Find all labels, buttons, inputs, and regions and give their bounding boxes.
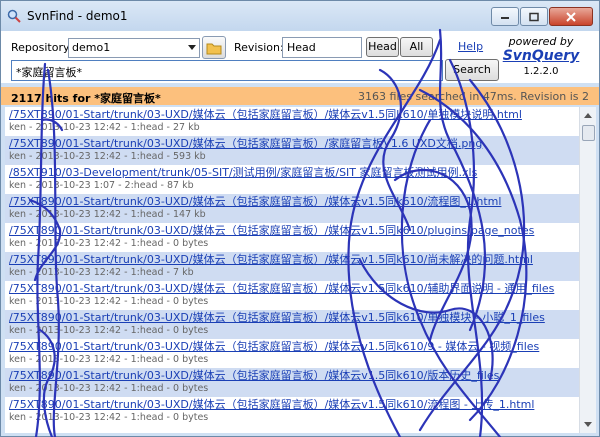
search-input[interactable]: *家庭留言板* bbox=[11, 60, 443, 81]
result-path-link[interactable]: /75XT890/01-Start/trunk/03-UXD/媒体云（包括家庭留… bbox=[9, 252, 579, 267]
result-item: /75XT890/01-Start/trunk/03-UXD/媒体云（包括家庭留… bbox=[5, 368, 579, 397]
result-path-link[interactable]: /75XT890/01-Start/trunk/03-UXD/媒体云（包括家庭留… bbox=[9, 281, 579, 296]
result-meta: ken - 2013-10-23 12:42 - 1:head - 7 kb bbox=[9, 267, 194, 278]
window-controls bbox=[490, 7, 593, 26]
result-path-link[interactable]: /75XT890/01-Start/trunk/03-UXD/媒体云（包括家庭留… bbox=[9, 194, 579, 209]
result-path-link[interactable]: /75XT890/01-Start/trunk/03-UXD/媒体云（包括家庭留… bbox=[9, 107, 579, 122]
version-text: 1.2.2.0 bbox=[523, 66, 559, 77]
maximize-icon bbox=[529, 12, 539, 21]
result-path-link[interactable]: /85XT910/03-Development/trunk/05-SIT/测试用… bbox=[9, 165, 579, 180]
maximize-button[interactable] bbox=[520, 7, 548, 26]
scroll-down-icon[interactable] bbox=[584, 422, 592, 427]
title-bar: SvnFind - demo1 bbox=[1, 1, 599, 31]
result-meta: ken - 2013-10-23 1:07 - 2:head - 87 kb bbox=[9, 180, 194, 191]
repository-label: Repository: bbox=[11, 41, 73, 54]
head-button[interactable]: Head bbox=[366, 37, 399, 57]
result-meta: ken - 2013-10-23 12:42 - 1:head - 0 byte… bbox=[9, 325, 209, 336]
result-meta: ken - 2013-10-23 12:42 - 1:head - 0 byte… bbox=[9, 383, 209, 394]
search-summary: 3163 files searched in 47ms. Revision is… bbox=[358, 90, 589, 103]
revision-label: Revision: bbox=[234, 41, 284, 54]
result-item: /75XT890/01-Start/trunk/03-UXD/媒体云（包括家庭留… bbox=[5, 339, 579, 368]
svnquery-link[interactable]: SvnQuery bbox=[501, 48, 581, 64]
chevron-down-icon bbox=[188, 45, 196, 50]
folder-icon bbox=[206, 43, 222, 55]
window-title: SvnFind - demo1 bbox=[27, 9, 128, 23]
repository-select[interactable]: demo1 bbox=[68, 38, 200, 58]
result-meta: ken - 2013-10-23 12:42 - 1:head - 0 byte… bbox=[9, 354, 209, 365]
search-button[interactable]: Search bbox=[445, 59, 499, 81]
result-path-link[interactable]: /75XT890/01-Start/trunk/03-UXD/媒体云（包括家庭留… bbox=[9, 136, 579, 151]
minimize-button[interactable] bbox=[491, 7, 519, 26]
browse-folder-button[interactable] bbox=[202, 36, 226, 59]
minimize-icon bbox=[501, 16, 509, 19]
result-meta: ken - 2013-10-23 12:42 - 1:head - 27 kb bbox=[9, 122, 200, 133]
scroll-thumb[interactable] bbox=[582, 125, 595, 141]
powered-by-block: powered by SvnQuery 1.2.2.0 bbox=[501, 35, 581, 77]
result-item: /85XT910/03-Development/trunk/05-SIT/测试用… bbox=[5, 165, 579, 194]
result-path-link[interactable]: /75XT890/01-Start/trunk/03-UXD/媒体云（包括家庭留… bbox=[9, 368, 579, 383]
all-button[interactable]: All bbox=[400, 37, 433, 57]
repository-value: demo1 bbox=[72, 41, 111, 54]
result-path-link[interactable]: /75XT890/01-Start/trunk/03-UXD/媒体云（包括家庭留… bbox=[9, 310, 579, 325]
scroll-up-icon[interactable] bbox=[584, 113, 592, 118]
result-meta: ken - 2013-10-23 12:42 - 1:head - 147 kb bbox=[9, 209, 206, 220]
close-button[interactable] bbox=[549, 7, 593, 26]
result-item: /75XT890/01-Start/trunk/03-UXD/媒体云（包括家庭留… bbox=[5, 310, 579, 339]
result-item: /75XT890/01-Start/trunk/03-UXD/媒体云（包括家庭留… bbox=[5, 107, 579, 136]
close-icon bbox=[566, 11, 576, 22]
result-item: /75XT890/01-Start/trunk/03-UXD/媒体云（包括家庭留… bbox=[5, 281, 579, 310]
result-meta: ken - 2013-10-23 12:42 - 1:head - 0 byte… bbox=[9, 238, 209, 249]
result-meta: ken - 2013-10-23 12:42 - 1:head - 0 byte… bbox=[9, 296, 209, 307]
result-meta: ken - 2013-10-23 12:42 - 1:head - 0 byte… bbox=[9, 412, 209, 423]
revision-input[interactable]: Head bbox=[282, 37, 362, 58]
result-item: /75XT890/01-Start/trunk/03-UXD/媒体云（包括家庭留… bbox=[5, 136, 579, 165]
result-item: /75XT890/01-Start/trunk/03-UXD/媒体云（包括家庭留… bbox=[5, 397, 579, 426]
powered-by-text: powered by bbox=[508, 35, 574, 48]
search-query: *家庭留言板* bbox=[16, 66, 82, 79]
result-path-link[interactable]: /75XT890/01-Start/trunk/03-UXD/媒体云（包括家庭留… bbox=[9, 339, 579, 354]
results-list: /75XT890/01-Start/trunk/03-UXD/媒体云（包括家庭留… bbox=[5, 107, 579, 433]
app-icon bbox=[7, 9, 21, 23]
result-item: /75XT890/01-Start/trunk/03-UXD/媒体云（包括家庭留… bbox=[5, 194, 579, 223]
svnfind-window: SvnFind - demo1 Repository: demo1 Revisi… bbox=[0, 0, 600, 437]
help-link[interactable]: Help bbox=[458, 40, 483, 53]
result-meta: ken - 2013-10-23 12:42 - 1:head - 593 kb bbox=[9, 151, 206, 162]
hit-count: 2117 hits for *家庭留言板* bbox=[11, 92, 161, 105]
result-item: /75XT890/01-Start/trunk/03-UXD/媒体云（包括家庭留… bbox=[5, 252, 579, 281]
result-item: /75XT890/01-Start/trunk/03-UXD/媒体云（包括家庭留… bbox=[5, 223, 579, 252]
status-bar: 2117 hits for *家庭留言板* 3163 files searche… bbox=[1, 87, 599, 105]
result-path-link[interactable]: /75XT890/01-Start/trunk/03-UXD/媒体云（包括家庭留… bbox=[9, 223, 579, 238]
result-path-link[interactable]: /75XT890/01-Start/trunk/03-UXD/媒体云（包括家庭留… bbox=[9, 397, 579, 412]
revision-value: Head bbox=[287, 41, 316, 54]
results-scrollbar[interactable] bbox=[579, 107, 596, 433]
